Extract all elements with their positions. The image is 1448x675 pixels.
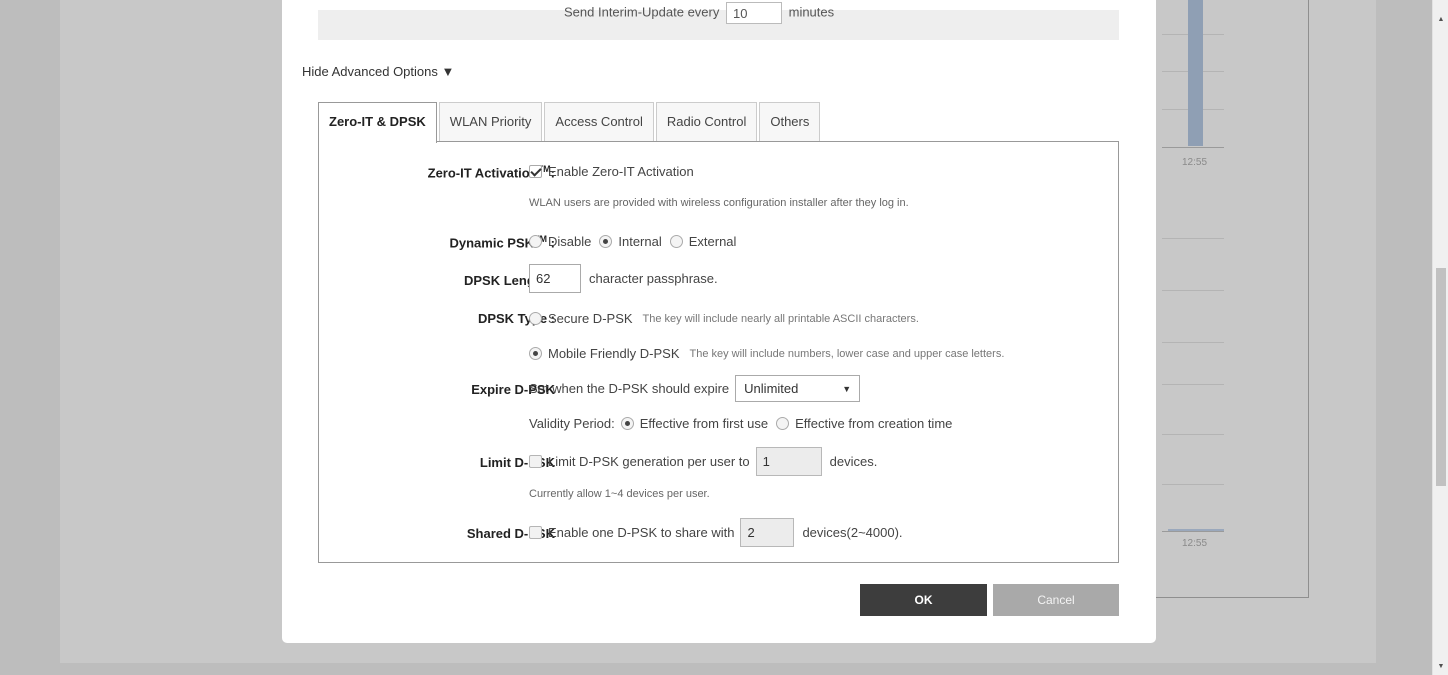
dpsk-type-mobile-radio[interactable] xyxy=(529,347,542,360)
dynamic-psk-internal-radio[interactable] xyxy=(599,235,613,248)
ok-button[interactable]: OK xyxy=(860,584,987,616)
tab-wlan-priority[interactable]: WLAN Priority xyxy=(438,102,543,142)
tab-radio-control[interactable]: Radio Control xyxy=(655,102,758,142)
dynamic-psk-disable-radio[interactable] xyxy=(529,235,542,248)
validity-period-label: Validity Period: xyxy=(529,416,615,431)
validity-creation-label: Effective from creation time xyxy=(795,416,953,431)
cancel-button[interactable]: Cancel xyxy=(993,584,1119,616)
dpsk-type-secure-note: The key will include nearly all printabl… xyxy=(642,312,919,325)
advanced-tabs: Zero-IT & DPSK WLAN Priority Access Cont… xyxy=(318,102,822,143)
validity-first-use-radio[interactable] xyxy=(620,417,634,430)
hide-advanced-options-link[interactable]: Hide Advanced Options ▼ xyxy=(302,64,454,79)
dynamic-psk-internal-label: Internal xyxy=(618,234,662,249)
expire-dpsk-selected: Unlimited xyxy=(744,381,799,396)
zero-it-checkbox[interactable] xyxy=(529,165,542,178)
dpsk-type-secure-radio[interactable] xyxy=(529,312,542,325)
background-chart-tick: 12:55 xyxy=(1182,157,1208,168)
dynamic-psk-external-label: External xyxy=(688,234,737,249)
page-scrollbar[interactable]: ▲ ▼ xyxy=(1432,0,1448,675)
interim-update-suffix: minutes xyxy=(788,4,835,20)
interim-update-label: Send Interim-Update every xyxy=(564,4,720,20)
dpsk-type-mobile-label: Mobile Friendly D-PSK xyxy=(548,346,680,361)
expire-dpsk-select[interactable]: Unlimited ▼ xyxy=(735,375,861,402)
shared-dpsk-input[interactable] xyxy=(740,518,795,547)
tab-zero-it-dpsk[interactable]: Zero-IT & DPSK xyxy=(318,102,437,143)
shared-dpsk-suffix: devices(2~4000). xyxy=(802,525,903,540)
dpsk-type-secure-label: Secure D-PSK xyxy=(548,311,633,326)
background-chart: 12:55 12:55 xyxy=(1156,0,1309,598)
interim-update-section: Send Interim-Update every minutes xyxy=(318,2,1119,40)
limit-dpsk-note: Currently allow 1~4 devices per user. xyxy=(529,488,710,500)
scroll-up-icon[interactable]: ▲ xyxy=(1433,12,1448,28)
expire-dpsk-prefix: Set when the D-PSK should expire xyxy=(529,381,730,396)
shared-dpsk-checkbox-label: Enable one D-PSK to share with xyxy=(548,525,735,540)
shared-dpsk-checkbox[interactable] xyxy=(529,526,542,539)
scrollbar-thumb[interactable] xyxy=(1436,268,1446,486)
background-chart-bar xyxy=(1188,0,1203,146)
background-chart-tick: 12:55 xyxy=(1182,538,1208,549)
dynamic-psk-external-radio[interactable] xyxy=(669,235,683,248)
scroll-down-icon[interactable]: ▼ xyxy=(1433,659,1448,675)
interim-update-input[interactable] xyxy=(725,2,782,24)
dpsk-length-input[interactable] xyxy=(529,264,581,293)
tab-others[interactable]: Others xyxy=(759,102,821,142)
limit-dpsk-suffix: devices. xyxy=(829,454,878,469)
limit-dpsk-checkbox-label: Limit D-PSK generation per user to xyxy=(548,454,750,469)
chevron-down-icon: ▼ xyxy=(842,383,852,394)
dynamic-psk-disable-label: Disable xyxy=(548,234,592,249)
dpsk-type-mobile-note: The key will include numbers, lower case… xyxy=(689,347,1005,360)
dpsk-length-suffix: character passphrase. xyxy=(589,271,718,286)
zero-it-note: WLAN users are provided with wireless co… xyxy=(529,197,909,209)
validity-first-use-label: Effective from first use xyxy=(639,416,769,431)
validity-creation-radio[interactable] xyxy=(776,417,790,430)
zero-it-dpsk-panel: Zero-IT ActivationTM: Enable Zero-IT Act… xyxy=(318,141,1119,563)
tab-access-control[interactable]: Access Control xyxy=(544,102,654,142)
wlan-edit-dialog: Send Interim-Update every minutes Hide A… xyxy=(282,0,1156,643)
limit-dpsk-input[interactable] xyxy=(755,447,822,476)
limit-dpsk-checkbox[interactable] xyxy=(529,455,542,468)
zero-it-checkbox-label: Enable Zero-IT Activation xyxy=(548,164,694,179)
